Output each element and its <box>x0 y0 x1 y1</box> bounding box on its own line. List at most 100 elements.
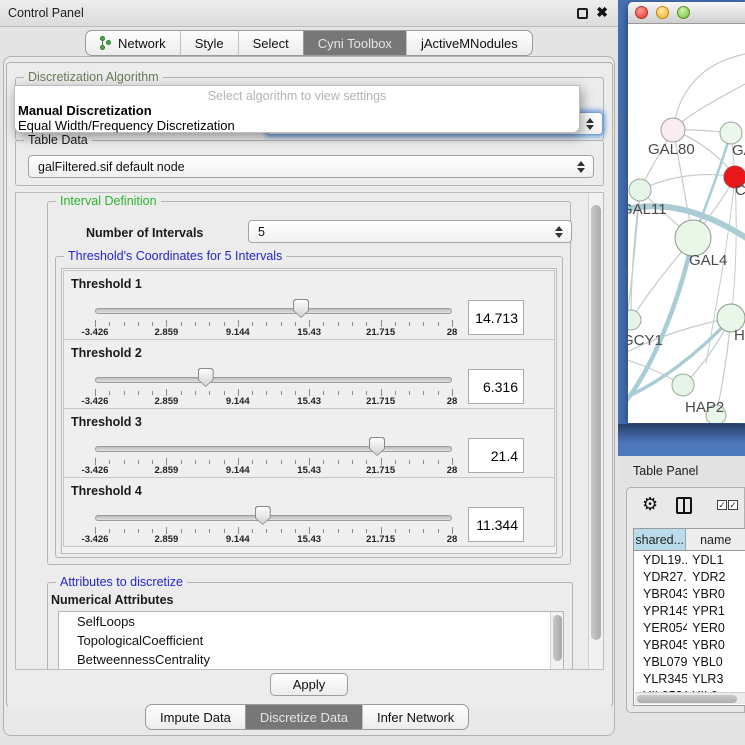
node-label: H <box>734 327 745 344</box>
network-edge[interactable] <box>706 177 735 364</box>
tab-label: Impute Data <box>160 710 231 725</box>
threshold-slider-thumb[interactable] <box>293 299 309 318</box>
tab-discretize-data[interactable]: Discretize Data <box>245 704 362 730</box>
list-item[interactable]: BetweennessCentrality <box>59 650 563 669</box>
thresholds-container: Threshold 1 -3.4262.8599.14415.4321.7152… <box>61 268 557 554</box>
list-scrollbar[interactable] <box>550 612 563 670</box>
node-label: GAL11 <box>628 201 667 218</box>
tab-style[interactable]: Style <box>180 30 238 56</box>
table-row[interactable]: YDL19...YDL1 <box>634 551 745 568</box>
tab-label: Infer Network <box>377 710 454 725</box>
group-title: Discretization Algorithm <box>24 70 163 84</box>
table-row[interactable]: YPR145WYPR1 <box>634 602 745 619</box>
HAP2-node[interactable] <box>672 374 694 396</box>
threshold-label: Threshold 3 <box>71 415 142 429</box>
float-window-icon[interactable] <box>577 8 588 19</box>
tab-select[interactable]: Select <box>238 30 303 56</box>
combo-arrows-icon <box>577 161 585 173</box>
tab-jactivemnodules[interactable]: jActiveMNodules <box>406 30 533 56</box>
tab-infer-network[interactable]: Infer Network <box>362 704 469 730</box>
minimize-traffic-light-icon[interactable] <box>656 6 669 19</box>
dropdown-option-manual[interactable]: Manual Discretization <box>18 103 152 118</box>
table-row[interactable]: YDR27...YDR2 <box>634 568 745 585</box>
group-title: Threshold's Coordinates for 5 Intervals <box>64 249 286 263</box>
close-traffic-light-icon[interactable] <box>635 6 648 19</box>
network-icon <box>100 36 113 51</box>
node-label: GA <box>732 142 745 159</box>
GAL80-node[interactable] <box>661 118 685 142</box>
GAL4-node[interactable] <box>675 220 711 256</box>
tab-impute-data[interactable]: Impute Data <box>145 704 245 730</box>
panel-title: Control Panel <box>8 6 84 20</box>
numerical-attributes-list[interactable]: SelfLoopsTopologicalCoefficientBetweenne… <box>58 611 564 670</box>
table-row[interactable]: YLR345WYLR3 <box>634 670 745 687</box>
table-toolbar: ⚙ ✓ ✓ <box>627 492 744 522</box>
threshold-label: Threshold 1 <box>71 277 142 291</box>
checkbox-icon[interactable]: ✓ <box>728 500 738 510</box>
network-edge[interactable] <box>731 133 736 318</box>
tab-label: jActiveMNodules <box>421 36 518 51</box>
threshold-slider-thumb[interactable] <box>198 368 214 387</box>
number-of-intervals-value: 5 <box>258 225 265 239</box>
threshold-slider-track[interactable] <box>95 308 452 314</box>
threshold-slider-thumb[interactable] <box>255 506 271 525</box>
network-canvas[interactable]: GAL80GACGAL11GAL4GCY1HHAP2 <box>628 24 745 423</box>
tab-network[interactable]: Network <box>85 30 180 56</box>
threshold-slider-track[interactable] <box>95 377 452 383</box>
zoom-traffic-light-icon[interactable] <box>677 6 690 19</box>
checkbox-icon[interactable]: ✓ <box>717 500 727 510</box>
table-row[interactable]: YBR045CYBR0 <box>634 636 745 653</box>
column-header-shared[interactable]: shared... <box>634 529 686 550</box>
threshold-label: Threshold 4 <box>71 484 142 498</box>
threshold-panel: Threshold 2 -3.4262.8599.14415.4321.7152… <box>63 339 555 409</box>
scrollbar-thumb[interactable] <box>637 695 737 703</box>
table-row[interactable]: YER054CYER0 <box>634 619 745 636</box>
number-of-intervals-combobox[interactable]: 5 <box>248 220 572 243</box>
control-panel: Control Panel ✖ Network Style Select Cyn… <box>0 0 618 745</box>
dropdown-option-equal-width[interactable]: Equal Width/Frequency Discretization <box>18 118 235 133</box>
GCY1-node[interactable] <box>628 310 641 330</box>
scrollbar-thumb[interactable] <box>553 615 562 661</box>
close-icon[interactable]: ✖ <box>596 4 608 21</box>
group-title: Interval Definition <box>56 194 161 208</box>
table-panel-title: Table Panel <box>633 464 698 478</box>
scrollbar-thumb[interactable] <box>591 205 601 640</box>
columns-icon[interactable] <box>676 497 692 514</box>
threshold-slider-track[interactable] <box>95 515 452 521</box>
threshold-value-field[interactable]: 21.4 <box>468 438 524 473</box>
table-panel: ⚙ ✓ ✓ shared... name YDL19...YDL1YDR27..… <box>626 487 745 713</box>
network-edge[interactable] <box>640 175 735 190</box>
network-desktop: GAL80GACGAL11GAL4GCY1HHAP2 <box>618 0 745 456</box>
threshold-slider-thumb[interactable] <box>369 437 385 456</box>
threshold-value-field[interactable]: 11.344 <box>468 507 524 542</box>
apply-button[interactable]: Apply <box>270 673 348 696</box>
network-view-window[interactable]: GAL80GACGAL11GAL4GCY1HHAP2 <box>628 2 745 423</box>
control-panel-titlebar: Control Panel ✖ <box>0 0 618 27</box>
network-edge[interactable] <box>673 54 745 130</box>
control-panel-tabs: Network Style Select Cyni Toolbox jActiv… <box>85 30 533 56</box>
horizontal-scrollbar[interactable] <box>635 692 745 704</box>
vertical-scrollbar[interactable] <box>588 193 603 669</box>
gear-icon[interactable]: ⚙ <box>642 494 658 515</box>
table-data-combobox[interactable]: galFiltered.sif default node <box>28 155 594 178</box>
threshold-value-field[interactable]: 14.713 <box>468 300 524 335</box>
threshold-value-field[interactable]: 6.316 <box>468 369 524 404</box>
threshold-slider-track[interactable] <box>95 446 452 452</box>
list-item[interactable]: TopologicalCoefficient <box>59 631 563 650</box>
thresholds-group: Threshold's Coordinates for 5 Intervals … <box>55 256 563 558</box>
network-window-titlebar <box>628 2 745 24</box>
tab-label: Network <box>118 36 166 51</box>
GAL11-node[interactable] <box>629 179 651 201</box>
top-right-node[interactable] <box>720 122 742 144</box>
interval-definition-group: Interval Definition Number of Intervals … <box>47 201 571 565</box>
combo-arrows-icon <box>586 118 594 130</box>
algorithm-dropdown-popup: Select algorithm to view settings Manual… <box>14 85 580 133</box>
table-row[interactable]: YBL079WYBL0 <box>634 653 745 670</box>
column-header-name[interactable]: name <box>686 529 745 550</box>
combo-arrows-icon <box>555 226 563 238</box>
node-table[interactable]: shared... name YDL19...YDL1YDR27...YDR2Y… <box>633 528 745 706</box>
tab-label: Cyni Toolbox <box>318 36 392 51</box>
list-item[interactable]: SelfLoops <box>59 612 563 631</box>
tab-cyni-toolbox[interactable]: Cyni Toolbox <box>303 30 406 56</box>
table-row[interactable]: YBR043CYBR0 <box>634 585 745 602</box>
